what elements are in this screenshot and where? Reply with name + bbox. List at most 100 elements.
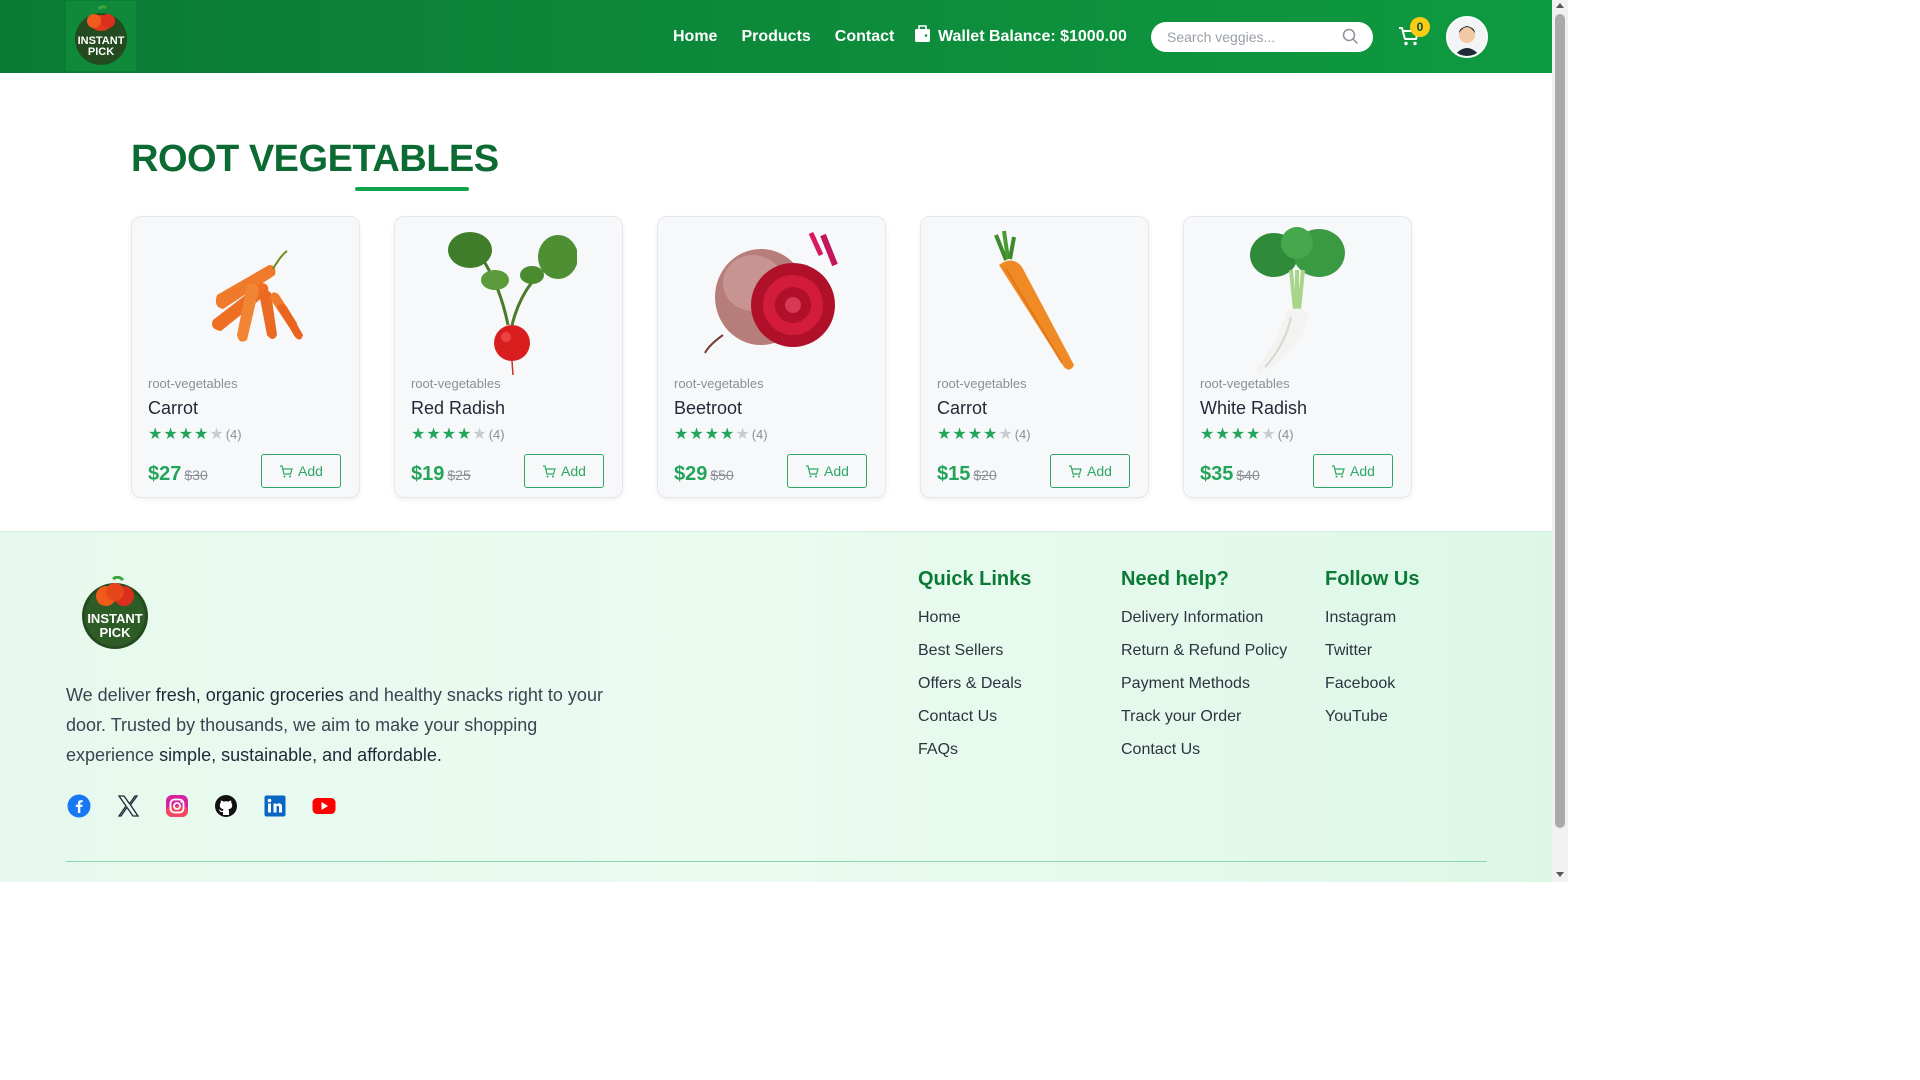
footer-desc-highlight: simple, sustainable, and affordable.: [159, 745, 442, 765]
navbar: INSTANT PICK Home Products Contact Walle…: [0, 0, 1552, 73]
nav-link-contact[interactable]: Contact: [835, 28, 895, 46]
footer-link[interactable]: Home: [918, 609, 1031, 627]
scroll-up-arrow-icon[interactable]: [1556, 3, 1564, 8]
star-empty-icon: ★: [472, 426, 488, 443]
youtube-icon[interactable]: [312, 794, 336, 818]
footer-column-title: Follow Us: [1325, 568, 1420, 590]
search-input[interactable]: [1167, 28, 1332, 46]
add-to-cart-button[interactable]: Add: [1313, 454, 1393, 488]
product-rating: ★★★★★(4): [1200, 424, 1294, 444]
scroll-thumb[interactable]: [1555, 14, 1565, 828]
footer-logo[interactable]: INSTANT PICK: [78, 575, 152, 650]
product-card[interactable]: root-vegetables White Radish ★★★★★(4) $3…: [1183, 216, 1412, 498]
footer-logo-text-line2: PICK: [99, 625, 131, 640]
price-current: $15: [937, 463, 971, 485]
add-button-label: Add: [298, 463, 323, 479]
product-price: $27 $30: [148, 463, 208, 486]
logo-text-line2: PICK: [88, 46, 114, 58]
add-button-label: Add: [1087, 463, 1112, 479]
price-old: $50: [710, 467, 734, 483]
footer-link[interactable]: Instagram: [1325, 609, 1419, 627]
add-to-cart-button[interactable]: Add: [787, 454, 867, 488]
footer-link[interactable]: FAQs: [918, 741, 1031, 759]
product-name: Beetroot: [674, 398, 743, 418]
product-card[interactable]: root-vegetables Carrot ★★★★★(4) $15 $20 A…: [920, 216, 1149, 498]
footer-column-follow-us: Follow Us Instagram Twitter Facebook You…: [1325, 568, 1419, 741]
page-scrollbar[interactable]: [1552, 0, 1568, 882]
product-rating: ★★★★★(4): [411, 424, 505, 444]
rating-count: (4): [1014, 427, 1031, 442]
brand-logo[interactable]: INSTANT PICK: [66, 1, 136, 71]
scroll-down-arrow-icon[interactable]: [1556, 872, 1564, 877]
price-old: $40: [1236, 467, 1260, 483]
star-icon: ★★★★: [937, 426, 999, 443]
github-icon[interactable]: [214, 794, 238, 818]
footer-link[interactable]: Contact Us: [918, 708, 1031, 726]
product-image-white-radish: [1229, 225, 1366, 375]
footer-link[interactable]: YouTube: [1325, 708, 1419, 726]
page: INSTANT PICK Home Products Contact Walle…: [0, 0, 1552, 882]
product-name: Red Radish: [411, 398, 506, 418]
product-image-red-radish: [440, 225, 578, 376]
cart-count-badge: 0: [1410, 17, 1430, 37]
product-card[interactable]: root-vegetables Carrot ★★★★★(4) $27 $30 A…: [131, 216, 360, 498]
star-empty-icon: ★: [209, 426, 225, 443]
nav-link-products[interactable]: Products: [741, 28, 810, 46]
search-box: [1151, 22, 1373, 52]
product-name: Carrot: [148, 398, 199, 418]
product-price: $15 $20: [937, 463, 997, 486]
product-name: White Radish: [1200, 398, 1308, 418]
x-icon[interactable]: [116, 794, 140, 818]
footer-column-title: Need help?: [1121, 568, 1229, 590]
star-empty-icon: ★: [998, 426, 1014, 443]
rating-count: (4): [751, 427, 768, 442]
footer-link[interactable]: Contact Us: [1121, 741, 1287, 759]
product-rating: ★★★★★(4): [937, 424, 1031, 444]
footer-link[interactable]: Delivery Information: [1121, 609, 1287, 627]
footer-link[interactable]: Track your Order: [1121, 708, 1287, 726]
add-button-label: Add: [561, 463, 586, 479]
user-avatar[interactable]: [1446, 16, 1488, 58]
section-title: ROOT VEGETABLES: [131, 138, 499, 180]
footer-link[interactable]: Twitter: [1325, 642, 1419, 660]
add-to-cart-button[interactable]: Add: [261, 454, 341, 488]
instagram-icon[interactable]: [165, 794, 189, 818]
price-current: $35: [1200, 463, 1234, 485]
product-card[interactable]: root-vegetables Beetroot ★★★★★(4) $29 $50…: [657, 216, 886, 498]
add-to-cart-button[interactable]: Add: [524, 454, 604, 488]
product-image-beetroot: [703, 225, 840, 375]
star-icon: ★★★★: [1200, 426, 1262, 443]
footer: INSTANT PICK We deliver fresh, organic g…: [0, 531, 1552, 882]
star-empty-icon: ★: [735, 426, 751, 443]
add-to-cart-button[interactable]: Add: [1050, 454, 1130, 488]
product-rating: ★★★★★(4): [674, 424, 768, 444]
cart-icon: [280, 464, 293, 477]
footer-link[interactable]: Facebook: [1325, 675, 1419, 693]
product-category: root-vegetables: [148, 376, 238, 391]
footer-link[interactable]: Return & Refund Policy: [1121, 642, 1287, 660]
search-icon[interactable]: [1342, 28, 1359, 50]
social-icons: [67, 794, 361, 818]
cart-icon: [806, 464, 819, 477]
footer-link[interactable]: Offers & Deals: [918, 675, 1031, 693]
nav-link-home[interactable]: Home: [673, 28, 717, 46]
price-current: $29: [674, 463, 708, 485]
title-underline: [355, 187, 469, 191]
linkedin-icon[interactable]: [263, 794, 287, 818]
star-icon: ★★★★: [411, 426, 473, 443]
footer-divider: [66, 861, 1487, 862]
product-card[interactable]: root-vegetables Red Radish ★★★★★(4) $19 $…: [394, 216, 623, 498]
star-icon: ★★★★: [148, 426, 210, 443]
product-category: root-vegetables: [1200, 376, 1290, 391]
price-current: $19: [411, 463, 445, 485]
facebook-icon[interactable]: [67, 794, 91, 818]
wallet-label: Wallet Balance: $1000.00: [938, 27, 1127, 45]
footer-link[interactable]: Payment Methods: [1121, 675, 1287, 693]
add-button-label: Add: [824, 463, 849, 479]
add-button-label: Add: [1350, 463, 1375, 479]
product-price: $19 $25: [411, 463, 471, 486]
footer-link[interactable]: Best Sellers: [918, 642, 1031, 660]
product-category: root-vegetables: [411, 376, 501, 391]
price-old: $20: [973, 467, 997, 483]
rating-count: (4): [225, 427, 242, 442]
